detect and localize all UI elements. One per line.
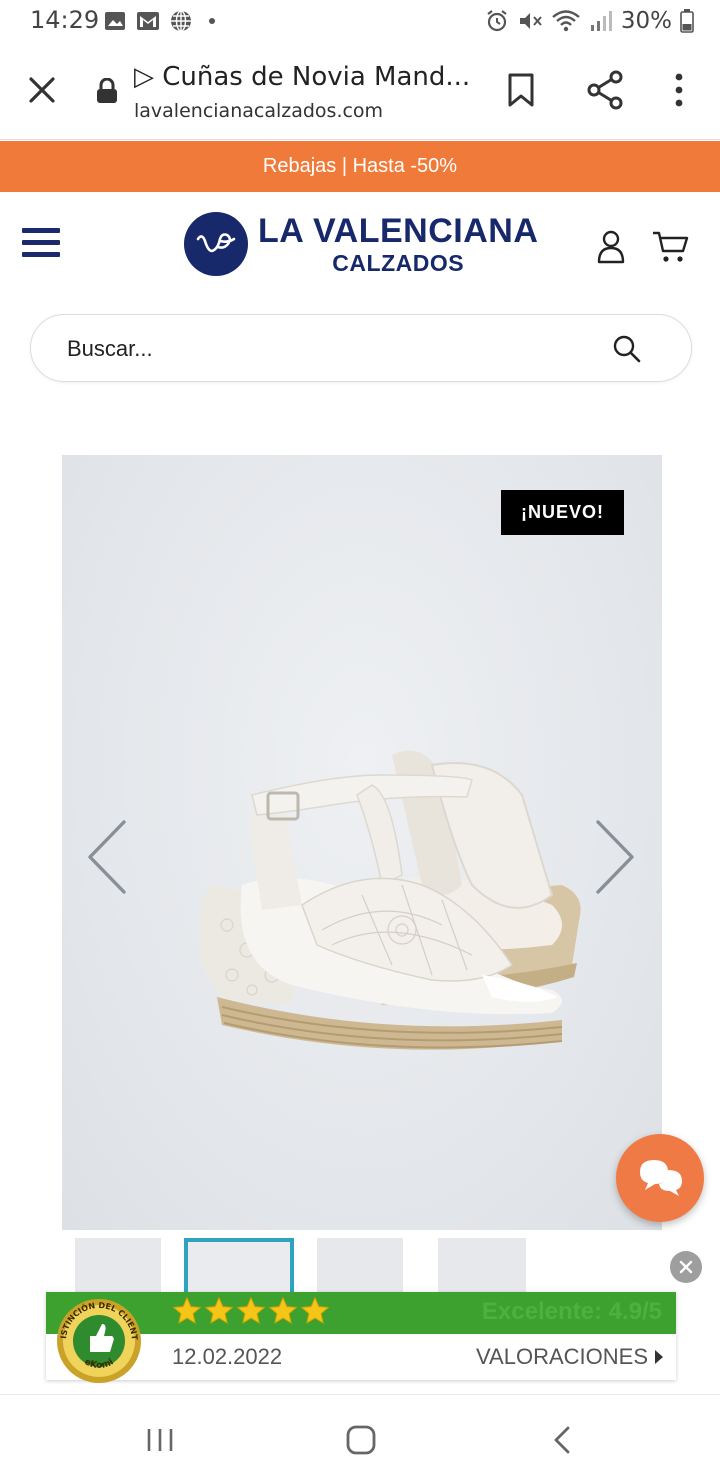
search-input[interactable]: Buscar...	[67, 336, 153, 362]
star-icon	[300, 1296, 330, 1324]
wifi-icon	[552, 10, 580, 32]
status-bar: 14:29 30%	[0, 0, 720, 44]
new-badge: ¡NUEVO!	[501, 490, 624, 535]
rating-text: Excelente: 4.9/5	[481, 1298, 662, 1325]
star-icon	[268, 1296, 298, 1324]
user-icon[interactable]	[596, 230, 626, 264]
signal-icon	[590, 11, 612, 31]
more-icon[interactable]	[670, 72, 688, 108]
thumbnail-strip	[62, 1238, 662, 1298]
star-icon	[172, 1296, 202, 1324]
menu-icon[interactable]	[22, 228, 60, 260]
recents-icon[interactable]	[146, 1427, 174, 1453]
ekomi-seal-icon: DISTINCIÓN DEL CLIENTE eKomi	[54, 1296, 141, 1383]
gmail-icon	[137, 12, 159, 30]
logo-mark	[184, 212, 248, 276]
search-bar[interactable]: Buscar...	[30, 314, 692, 382]
share-icon[interactable]	[586, 70, 624, 110]
dot-icon	[209, 18, 215, 24]
logo-sub-text: CALZADOS	[332, 249, 465, 276]
reviews-link[interactable]: VALORACIONES	[476, 1344, 664, 1370]
thumbnail-2-selected[interactable]	[184, 1238, 294, 1298]
battery-percent: 30%	[620, 8, 672, 34]
thumbnail-4[interactable]	[438, 1238, 526, 1298]
close-widget-button[interactable]	[670, 1251, 702, 1283]
ekomi-rating-widget[interactable]: DISTINCIÓN DEL CLIENTE eKomi Excelente: …	[46, 1292, 676, 1383]
system-nav-bar	[0, 1394, 720, 1480]
bookmark-icon[interactable]	[506, 72, 536, 108]
logo-main-text: LA VALENCIANA	[258, 211, 539, 250]
status-time: 14:29	[30, 6, 100, 34]
home-icon[interactable]	[346, 1425, 376, 1455]
promo-banner[interactable]: Rebajas | Hasta -50%	[0, 141, 720, 192]
back-icon[interactable]	[552, 1425, 572, 1455]
previous-image-arrow[interactable]	[84, 817, 132, 897]
chat-bubbles-icon	[640, 1160, 682, 1196]
thumbnail-1[interactable]	[75, 1238, 161, 1298]
rating-date: 12.02.2022	[172, 1344, 283, 1369]
browser-toolbar: ▷ Cuñas de Novia Mand... lavalencianacal…	[0, 44, 720, 140]
mute-icon	[519, 13, 542, 29]
image-icon	[105, 12, 125, 30]
thumbnail-3[interactable]	[317, 1238, 403, 1298]
close-icon[interactable]	[24, 72, 60, 108]
reviews-label: VALORACIONES	[476, 1344, 648, 1369]
play-arrow-icon	[655, 1350, 663, 1364]
promo-text: Rebajas | Hasta -50%	[262, 155, 458, 177]
site-header: LA VALENCIANA CALZADOS	[0, 192, 720, 300]
star-icon	[204, 1296, 234, 1324]
wedge-sandal-image	[198, 750, 581, 1050]
close-icon	[679, 1260, 693, 1274]
battery-icon	[680, 9, 694, 33]
product-image[interactable]: ¡NUEVO!	[62, 455, 662, 1230]
search-icon[interactable]	[613, 335, 641, 363]
chat-button[interactable]	[616, 1134, 704, 1222]
lock-icon	[97, 78, 117, 103]
globe-icon	[171, 10, 191, 32]
site-logo[interactable]: LA VALENCIANA CALZADOS	[184, 212, 538, 276]
next-image-arrow[interactable]	[590, 817, 638, 897]
cart-icon[interactable]	[652, 230, 690, 264]
page-title[interactable]: ▷ Cuñas de Novia Mand...	[134, 62, 470, 92]
star-icon	[236, 1296, 266, 1324]
alarm-icon	[487, 10, 507, 32]
star-rating	[172, 1296, 330, 1326]
page-url[interactable]: lavalencianacalzados.com	[134, 100, 383, 122]
